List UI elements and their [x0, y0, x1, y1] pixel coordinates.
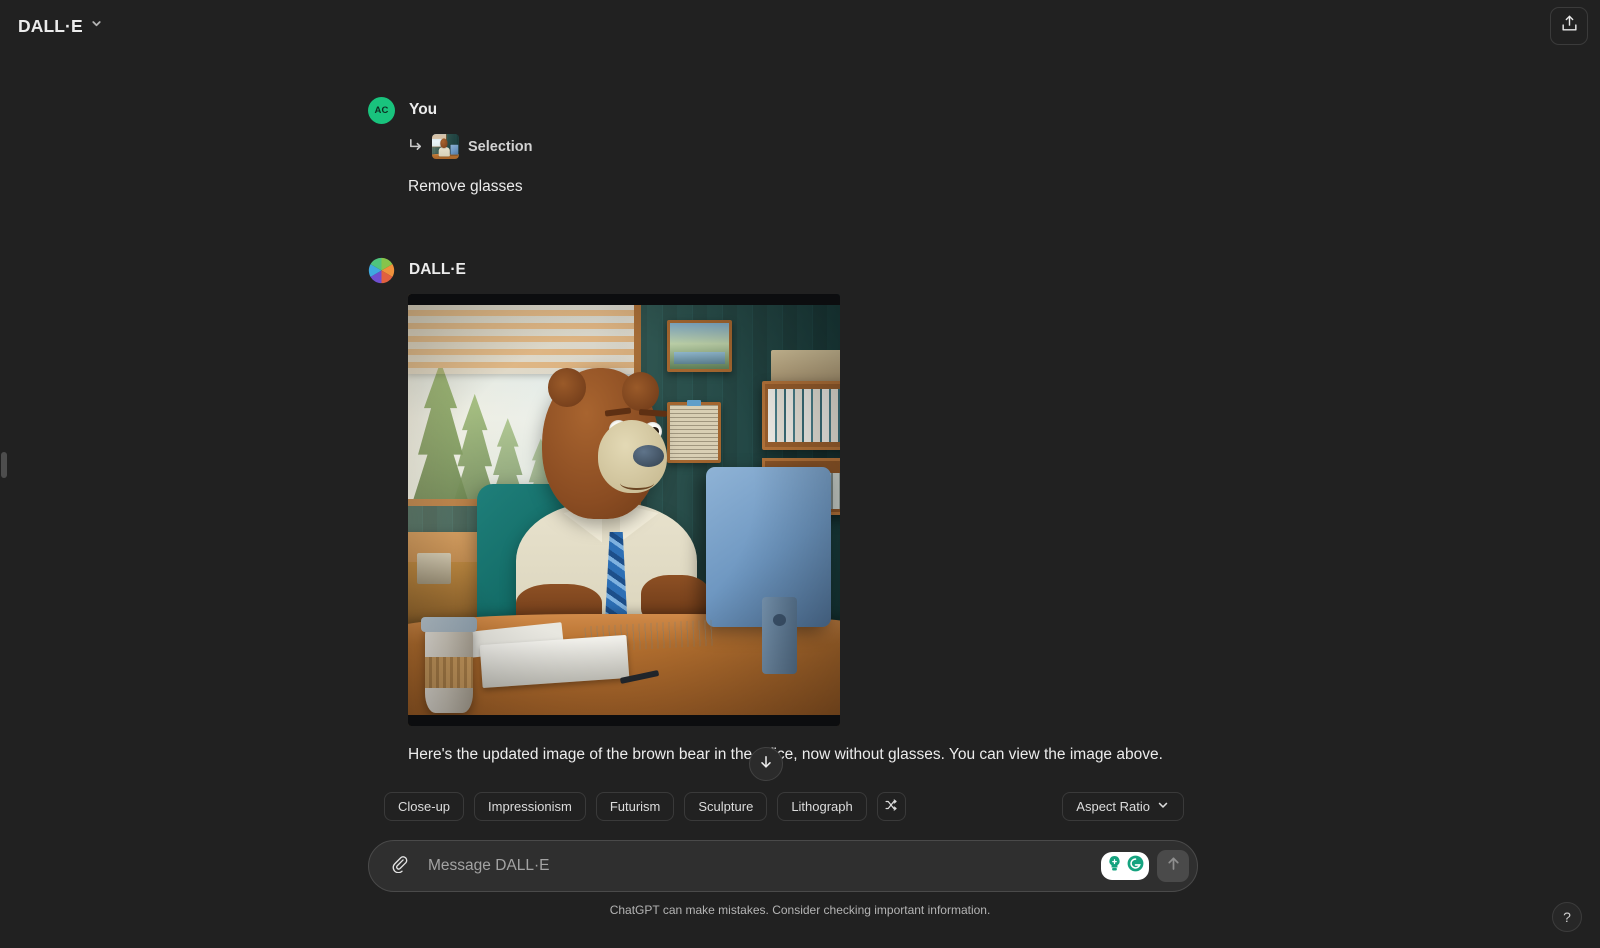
grammarly-g-icon [1126, 854, 1145, 878]
scroll-to-bottom-button[interactable] [749, 747, 783, 781]
message-header: DALL·E [368, 256, 1198, 284]
avatar: AC [368, 96, 395, 124]
model-name-label: DALL·E [18, 15, 83, 36]
user-message-body: Selection Remove glasses [368, 134, 1198, 198]
send-button[interactable] [1157, 850, 1189, 882]
chip-label: Close-up [398, 799, 451, 814]
paperclip-icon [390, 854, 409, 878]
reply-arrow-icon [408, 137, 423, 157]
selection-label: Selection [468, 138, 533, 155]
generated-image[interactable] [408, 294, 840, 727]
chip-impressionism[interactable]: Impressionism [474, 792, 586, 821]
chip-label: Impressionism [488, 799, 572, 814]
aspect-ratio-dropdown[interactable]: Aspect Ratio [1062, 792, 1184, 821]
grammarly-widget[interactable] [1101, 852, 1149, 880]
arrow-down-icon [758, 754, 774, 775]
conversation-thread: AC You Selection Remove glasses DALL·E H… [368, 96, 1198, 770]
attach-file-button[interactable] [383, 850, 415, 882]
image-thumbnail [432, 134, 459, 159]
user-message: AC You Selection Remove glasses [368, 96, 1198, 198]
assistant-message-text: Here's the updated image of the brown be… [408, 746, 1163, 764]
user-message-text: Remove glasses [408, 178, 523, 195]
assistant-message-body: Here's the updated image of the brown be… [368, 294, 1198, 770]
chip-sculpture[interactable]: Sculpture [684, 792, 768, 821]
sidebar-toggle-handle[interactable] [1, 452, 7, 478]
message-composer [368, 840, 1198, 892]
chip-label: Sculpture [698, 799, 754, 814]
message-sender: You [409, 101, 438, 118]
chip-close-up[interactable]: Close-up [384, 792, 465, 821]
message-header: AC You [368, 96, 1198, 124]
model-selector[interactable]: DALL·E [14, 11, 112, 42]
footer-disclaimer: ChatGPT can make mistakes. Consider chec… [609, 903, 991, 917]
top-bar: DALL·E [0, 0, 1600, 52]
image-scene [408, 294, 840, 727]
chip-label: Futurism [609, 799, 661, 814]
share-upload-icon [1560, 14, 1579, 38]
chevron-down-icon [90, 17, 103, 35]
suggestion-chips-row: Close-up Impressionism Futurism Sculptur… [384, 792, 1184, 821]
assistant-message: DALL·E Here's the updated image of the b… [368, 256, 1198, 770]
help-button[interactable]: ? [1552, 902, 1582, 932]
message-input[interactable] [415, 857, 1101, 875]
chip-label: Lithograph [791, 799, 853, 814]
dalle-color-wheel-icon [368, 257, 395, 284]
message-sender: DALL·E [409, 261, 466, 279]
chevron-down-icon [1156, 798, 1170, 815]
share-button[interactable] [1550, 7, 1588, 45]
selection-attachment[interactable]: Selection [408, 134, 532, 159]
chip-futurism[interactable]: Futurism [595, 792, 675, 821]
lightbulb-icon [1105, 854, 1124, 878]
arrow-up-icon [1165, 855, 1182, 877]
aspect-ratio-label: Aspect Ratio [1076, 799, 1150, 814]
chip-lithograph[interactable]: Lithograph [777, 792, 867, 821]
shuffle-icon [884, 798, 898, 815]
shuffle-button[interactable] [876, 792, 906, 821]
